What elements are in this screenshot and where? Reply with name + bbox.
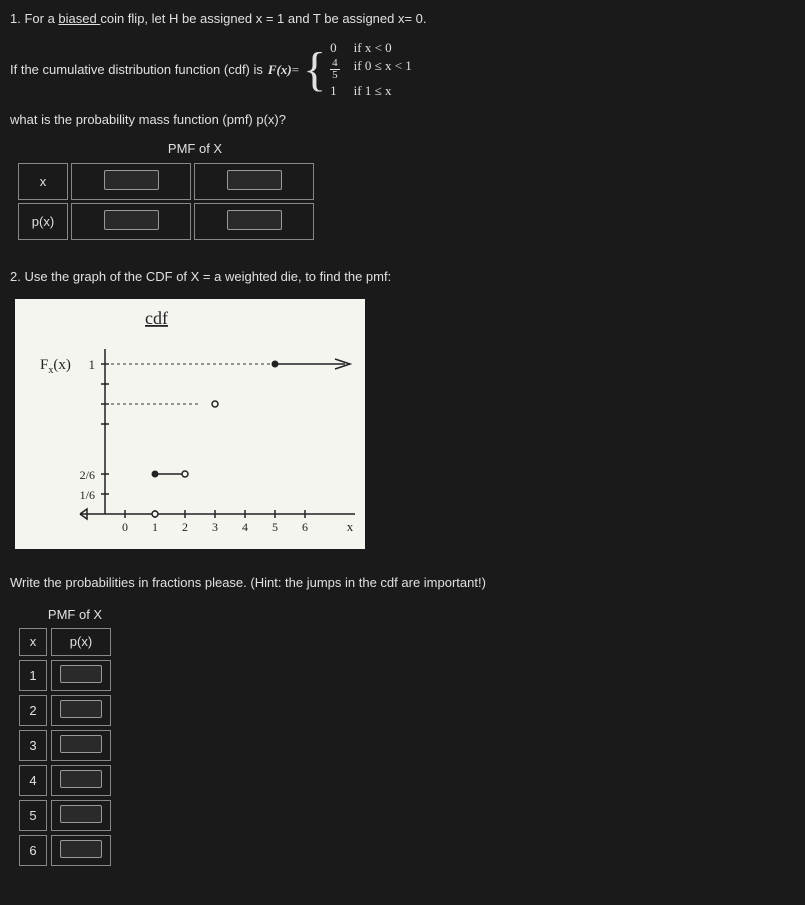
pw-c2: if 0 ≤ x < 1: [354, 58, 412, 81]
graph-ylabel: Fx(x): [40, 357, 71, 376]
q2-px-input-4[interactable]: [60, 770, 102, 788]
q2-intro: 2. Use the graph of the CDF of X = a wei…: [10, 268, 795, 286]
x-tick-5: 5: [272, 520, 278, 534]
question-1: 1. For a biased coin flip, let H be assi…: [10, 10, 795, 243]
q1-x-label: x: [18, 163, 68, 200]
y-tick-label-26: 2/6: [80, 468, 95, 482]
q1-x-input-1-cell: [194, 163, 314, 200]
table-row: 1: [19, 660, 111, 691]
q2-hint: Write the probabilities in fractions ple…: [10, 574, 795, 592]
q2-pmf-table: x p(x) 1 2 3 4 5: [15, 624, 115, 870]
open-point: [182, 471, 188, 477]
q1-formula: F(x) = { 0 if x < 0 4 5 if 0 ≤ x < 1 1: [268, 40, 412, 99]
q2-px-6-cell: [51, 835, 111, 866]
x-axis-label: x: [347, 519, 354, 534]
q1-table-wrapper: PMF of X x p(x): [10, 141, 795, 243]
table-row: 3: [19, 730, 111, 761]
pw-v2: 4 5: [330, 58, 340, 81]
q2-x-1: 1: [19, 660, 47, 691]
q1-F-label: F(x): [268, 62, 292, 78]
q1-pmf-table: x p(x): [15, 160, 317, 243]
table-row: 6: [19, 835, 111, 866]
q2-px-5-cell: [51, 800, 111, 831]
x-tick-2: 2: [182, 520, 188, 534]
q1-cdf-definition: If the cumulative distribution function …: [10, 40, 795, 99]
table-row: p(x): [18, 203, 314, 240]
closed-point: [152, 471, 158, 477]
frac-den: 5: [330, 70, 340, 81]
q1-pmf-question: what is the probability mass function (p…: [10, 111, 795, 129]
pw-c1: if x < 0: [354, 40, 412, 56]
table-header-row: x p(x): [19, 628, 111, 656]
q2-x-2: 2: [19, 695, 47, 726]
x-tick-3: 3: [212, 520, 218, 534]
y-tick-label-16: 1/6: [80, 488, 95, 502]
table-row: 5: [19, 800, 111, 831]
graph-title: cdf: [145, 308, 168, 328]
q1-piecewise-grid: 0 if x < 0 4 5 if 0 ≤ x < 1 1 if 1 ≤ x: [330, 40, 412, 99]
q1-piecewise: { 0 if x < 0 4 5 if 0 ≤ x < 1 1 if 1 ≤ x: [303, 40, 412, 99]
pw-c3: if 1 ≤ x: [354, 83, 412, 99]
q2-px-input-5[interactable]: [60, 805, 102, 823]
x-tick-1: 1: [152, 520, 158, 534]
q1-px-input-1[interactable]: [227, 210, 282, 230]
pw-v1: 0: [330, 40, 340, 56]
q2-x-4: 4: [19, 765, 47, 796]
q1-intro-pre: 1. For a: [10, 11, 58, 26]
q1-equals: =: [292, 62, 299, 78]
q2-px-input-3[interactable]: [60, 735, 102, 753]
q1-biased-word: biased: [58, 11, 100, 26]
y-tick-label-1: 1: [89, 357, 96, 372]
q2-px-4-cell: [51, 765, 111, 796]
q1-px-input-1-cell: [194, 203, 314, 240]
q1-px-input-0[interactable]: [104, 210, 159, 230]
cdf-graph: cdf Fx(x) 1 2/6 1/6 0 1 2: [15, 299, 365, 549]
q2-px-input-6[interactable]: [60, 840, 102, 858]
q2-x-5: 5: [19, 800, 47, 831]
table-row: x: [18, 163, 314, 200]
q2-px-3-cell: [51, 730, 111, 761]
q1-table-title: PMF of X: [15, 141, 375, 156]
table-row: 4: [19, 765, 111, 796]
q1-x-input-0-cell: [71, 163, 191, 200]
q2-px-input-1[interactable]: [60, 665, 102, 683]
table-row: 2: [19, 695, 111, 726]
q1-px-label: p(x): [18, 203, 68, 240]
left-brace-icon: {: [303, 46, 326, 94]
q2-x-6: 6: [19, 835, 47, 866]
q2-hdr-x: x: [19, 628, 47, 656]
q1-intro-post: coin flip, let H be assigned x = 1 and T…: [100, 11, 426, 26]
x-tick-4: 4: [242, 520, 248, 534]
q1-x-input-0[interactable]: [104, 170, 159, 190]
q2-table-wrapper: PMF of X x p(x) 1 2 3 4 5: [10, 607, 795, 870]
fraction-4-5: 4 5: [330, 58, 340, 81]
cdf-graph-svg: cdf Fx(x) 1 2/6 1/6 0 1 2: [15, 299, 365, 549]
question-2: 2. Use the graph of the CDF of X = a wei…: [10, 268, 795, 869]
x-tick-0: 0: [122, 520, 128, 534]
q2-table-title: PMF of X: [15, 607, 135, 622]
open-point: [152, 511, 158, 517]
q1-intro: 1. For a biased coin flip, let H be assi…: [10, 10, 795, 28]
q2-px-2-cell: [51, 695, 111, 726]
pw-v3: 1: [330, 83, 340, 99]
q2-px-input-2[interactable]: [60, 700, 102, 718]
q1-x-input-1[interactable]: [227, 170, 282, 190]
open-point: [212, 401, 218, 407]
q1-cdf-prefix: If the cumulative distribution function …: [10, 62, 263, 77]
q1-px-input-0-cell: [71, 203, 191, 240]
q2-px-1-cell: [51, 660, 111, 691]
x-tick-6: 6: [302, 520, 308, 534]
q2-hdr-px: p(x): [51, 628, 111, 656]
closed-point: [272, 361, 278, 367]
q2-x-3: 3: [19, 730, 47, 761]
